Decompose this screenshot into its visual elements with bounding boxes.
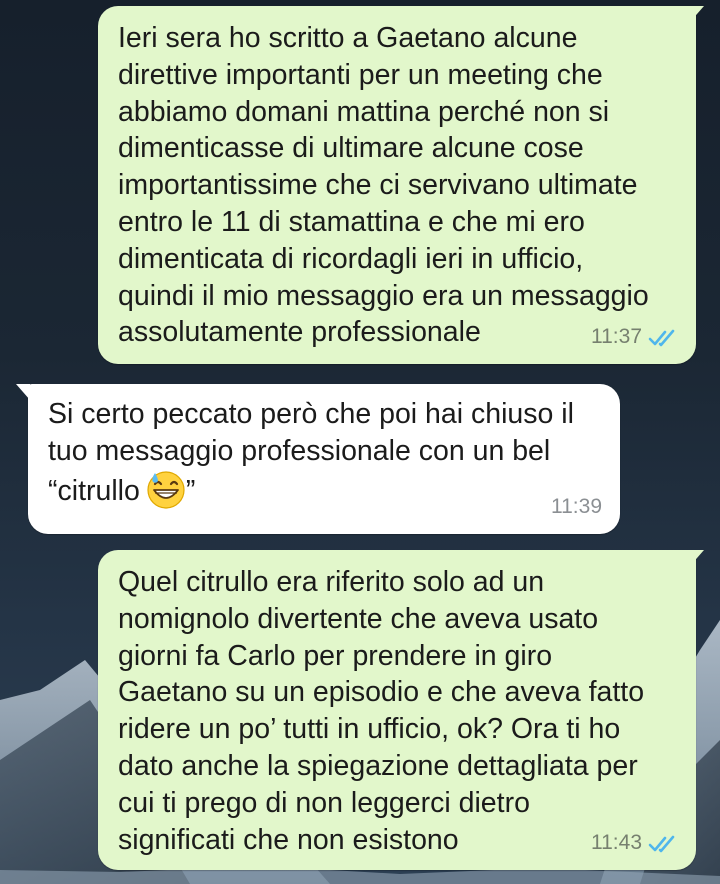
message-text-line: giorni fa Carlo per prendere in giro — [118, 639, 553, 672]
message-text-line: “citrullo ” — [48, 470, 600, 520]
message-text-line: importantissime che ci servivano ultimat… — [118, 169, 638, 202]
message-timestamp: 11:43 — [591, 831, 642, 855]
message-text-line: Si certo peccato però che poi hai chiuso… — [48, 398, 574, 430]
message-text-line: tuo messaggio professionale con un bel — [48, 434, 551, 467]
message-meta: 11:39 — [551, 489, 602, 526]
message-text-fragment: ” — [185, 474, 196, 507]
double-check-icon — [648, 328, 678, 348]
message-text-line: direttive importanti per un meeting che — [118, 58, 603, 91]
message-text-line: Quel citrullo era riferito solo ad un — [118, 566, 545, 598]
incoming-message[interactable]: Si certo peccato però che poi hai chiuso… — [28, 384, 620, 534]
outgoing-message[interactable]: Ieri sera ho scritto a Gaetano alcune di… — [98, 6, 696, 364]
message-timestamp: 11:37 — [591, 325, 642, 349]
message-meta: 11:37 — [591, 319, 678, 356]
message-text-line: cui ti prego di non leggerci dietro — [118, 786, 530, 819]
message-text-line: quindi il mio messaggio era un messaggio — [118, 279, 649, 312]
message-text-line: dato anche la spiegazione dettagliata pe… — [118, 749, 638, 782]
bubble-tail — [690, 6, 704, 22]
message-text-fragment: “citrullo — [48, 474, 140, 507]
message-text-line: dimenticata di ricordagli ieri in uffici… — [118, 242, 584, 275]
message-text-line: dimenticasse di ultimare alcune cose — [118, 132, 584, 165]
message-text-line: ridere un po’ tutti in ufficio, ok? Ora … — [118, 713, 621, 746]
double-check-icon — [648, 834, 678, 854]
bubble-tail — [16, 384, 30, 400]
message-meta: 11:43 — [591, 825, 678, 862]
message-text-line: abbiamo domani mattina perché non si — [118, 95, 610, 128]
message-text-line: entro le 11 di stamattina e che mi ero — [118, 205, 585, 238]
grinning-face-with-sweat-emoji — [146, 470, 186, 520]
bubble-tail — [690, 550, 704, 566]
outgoing-message[interactable]: Quel citrullo era riferito solo ad un no… — [98, 550, 696, 870]
message-text-line: Gaetano su un episodio e che aveva fatto — [118, 676, 645, 709]
message-text-line: Ieri sera ho scritto a Gaetano alcune — [118, 22, 578, 54]
message-timestamp: 11:39 — [551, 495, 602, 519]
message-text-line: nomignolo divertente che aveva usato — [118, 602, 599, 635]
